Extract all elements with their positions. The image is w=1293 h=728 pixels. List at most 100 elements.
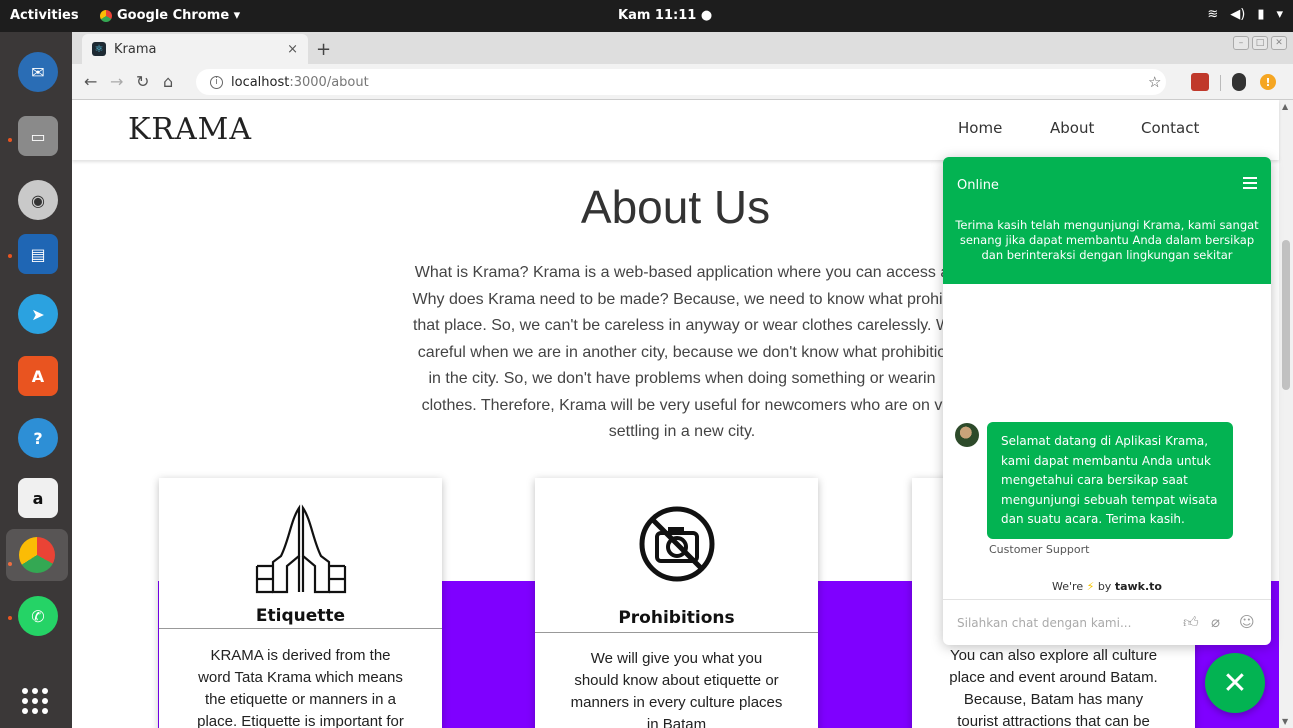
bookmark-star-icon[interactable]: ☆ [1148,73,1161,91]
emoji-icon[interactable]: ☺ [1239,613,1255,631]
scroll-down-icon[interactable]: ▼ [1282,717,1288,726]
page-scrollbar[interactable]: ▲ ▼ [1279,100,1293,728]
volume-icon: ◀) [1230,7,1246,22]
reload-icon[interactable]: ↻ [136,72,149,91]
powered-by-label: by [1097,580,1112,593]
scroll-up-icon[interactable]: ▲ [1282,102,1288,111]
files-icon[interactable]: ▭ [18,116,58,156]
card-text-line: Because, Batam has many [963,691,1144,708]
chat-status: Online [957,178,999,193]
home-icon[interactable]: ⌂ [163,72,173,91]
app-menu[interactable]: Google Chrome ▾ [100,8,240,23]
message-line: Selamat datang di Aplikasi Krama, [1001,434,1209,448]
no-camera-icon [639,506,714,582]
amazon-icon[interactable]: a [18,478,58,518]
powered-pre: We're [1052,580,1084,593]
nav-home[interactable]: Home [958,119,1050,137]
new-tab-button[interactable]: + [316,39,331,60]
maximize-button[interactable]: □ [1252,36,1268,50]
chat-widget: Online Terima kasih telah mengunjungi Kr… [943,157,1271,645]
site-header: KRAMA Home About Contact [72,100,1279,160]
card-text: You can also explore all culture place a… [932,645,1175,728]
agent-avatar [955,423,979,447]
url-path: :3000/about [289,74,369,90]
card-text-line: You can also explore all culture [949,647,1158,664]
message-line: kami dapat membantu Anda untuk [1001,453,1211,468]
card-text-line: should know about etiquette or [574,672,779,689]
card-text-line: tourist attractions that can be [957,713,1150,728]
rhythmbox-icon[interactable]: ◉ [18,180,58,220]
card-etiquette: Etiquette KRAMA is derived from the word… [159,478,442,728]
card-text: KRAMA is derived from the word Tata Kram… [179,645,422,728]
card-text-line: the etiquette or manners in a [205,691,396,708]
message-sender: Customer Support [989,543,1090,556]
close-window-button[interactable]: ✕ [1271,36,1287,50]
nav-about[interactable]: About [1050,119,1141,137]
wifi-icon: ≋ [1207,7,1219,22]
writer-icon[interactable]: ▤ [18,234,58,274]
forward-icon[interactable]: → [110,72,123,91]
tab-title: Krama [114,41,157,57]
running-indicator [8,616,12,620]
powered-by[interactable]: We're ⚡ by tawk.to [943,580,1271,593]
site-info-icon[interactable]: i [210,75,223,89]
site-logo[interactable]: KRAMA [128,112,252,147]
lightning-icon: ⚡ [1086,580,1095,593]
message-line: dan suatu acara. Terima kasih. [1001,512,1185,526]
card-text-line: word Tata Krama which means [198,669,403,686]
browser-tab-strip: ⚛ Krama × + – □ ✕ [72,32,1293,64]
help-icon[interactable]: ? [18,418,58,458]
battery-icon: ▮ [1257,7,1265,22]
tab-close-icon[interactable]: × [287,42,298,57]
toolbar-separator [1220,75,1221,91]
chat-message-bubble: Selamat datang di Aplikasi Krama, kami d… [987,422,1233,539]
running-indicator [8,254,12,258]
chrome-icon [19,537,55,573]
react-favicon-icon: ⚛ [92,42,106,56]
chrome-launcher-item[interactable] [6,529,68,581]
telegram-icon[interactable]: ➤ [18,294,58,334]
browser-toolbar: ← → ↻ ⌂ i localhost:3000/about ☆ ! [72,64,1293,100]
attachment-icon[interactable]: ⌀ [1211,613,1220,631]
show-apps-icon[interactable] [22,688,48,714]
card-divider [159,628,442,629]
window-controls: – □ ✕ [1233,36,1287,50]
scrollbar-thumb[interactable] [1282,240,1290,390]
card-title: Prohibitions [618,608,735,628]
nav-contact[interactable]: Contact [1141,119,1199,137]
app-menu-label: Google Chrome ▾ [117,8,241,23]
chat-close-button[interactable]: ✕ [1205,653,1265,713]
chat-header: Online Terima kasih telah mengunjungi Kr… [943,157,1271,284]
extension-mouse-icon[interactable] [1232,73,1246,91]
tab-krama[interactable]: ⚛ Krama × [82,34,308,64]
thumbs-up-icon[interactable]: 👍︎ [1183,613,1199,632]
page-viewport: KRAMA Home About Contact About Us What i… [72,100,1293,728]
message-line: mengetahui cara bersikap saat [1001,473,1188,487]
clock[interactable]: Kam 11:11 ● [618,8,712,23]
chrome-logo-icon [100,9,112,22]
power-menu-icon: ▾ [1276,7,1283,22]
card-divider [535,632,818,633]
update-alert-icon[interactable]: ! [1260,74,1276,90]
extension-icon[interactable] [1191,73,1209,91]
card-prohibitions: Prohibitions We will give you what you s… [535,478,818,728]
system-tray[interactable]: ≋ ◀) ▮ ▾ [1207,7,1283,22]
software-center-icon[interactable]: A [18,356,58,396]
url-host: localhost [231,74,290,90]
chat-menu-icon[interactable] [1243,177,1257,192]
system-top-bar: Activities Google Chrome ▾ Kam 11:11 ● ≋… [0,0,1293,32]
card-text-line: place and event around Batam. [949,669,1158,686]
address-bar[interactable]: i localhost:3000/about [196,69,1166,95]
card-text-line: KRAMA is derived from the [210,647,391,664]
chat-input[interactable]: Silahkan chat dengan kami... [957,616,1131,630]
card-text-line: manners in every culture places [570,694,783,711]
card-text-line: in Batam [646,716,707,728]
back-icon[interactable]: ← [84,72,97,91]
whatsapp-icon[interactable]: ✆ [18,596,58,636]
activities-button[interactable]: Activities [10,8,79,23]
thunderbird-icon[interactable]: ✉ [18,52,58,92]
chat-welcome-text: Terima kasih telah mengunjungi Krama, ka… [955,218,1259,262]
site-nav: Home About Contact [958,119,1199,137]
minimize-button[interactable]: – [1233,36,1249,50]
card-text-line: We will give you what you [590,650,763,667]
